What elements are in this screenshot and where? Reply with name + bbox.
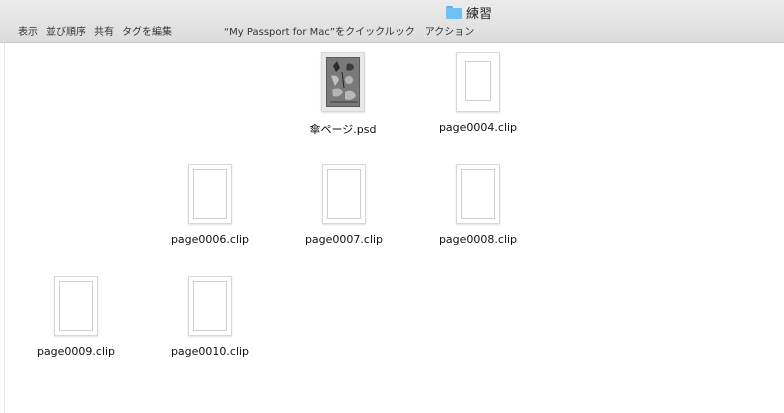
file-name: page0010.clip <box>170 345 250 358</box>
action-button[interactable]: アクション <box>425 23 475 38</box>
toolbar: 表示 並び順序 共有 タグを編集 “My Passport for Mac”をク… <box>18 22 474 38</box>
file-name: 傘ページ.psd <box>309 123 377 136</box>
share-button[interactable]: 共有 <box>94 23 114 38</box>
file-name: page0008.clip <box>438 233 518 246</box>
clip-document-icon <box>54 276 98 336</box>
file-item[interactable]: page0004.clip <box>423 52 533 148</box>
clip-document-icon <box>456 164 500 224</box>
file-name: page0006.clip <box>170 233 250 246</box>
file-item[interactable]: page0006.clip <box>155 164 265 260</box>
file-item[interactable]: page0008.clip <box>423 164 533 260</box>
quick-look-button[interactable]: “My Passport for Mac”をクイックルック <box>224 23 415 38</box>
edit-tags-button[interactable]: タグを編集 <box>122 23 172 38</box>
clip-document-icon <box>188 164 232 224</box>
psd-thumbnail-icon <box>321 52 365 112</box>
file-item[interactable]: page0007.clip <box>289 164 399 260</box>
file-name: page0007.clip <box>304 233 384 246</box>
file-name: page0004.clip <box>438 121 518 134</box>
view-button[interactable]: 表示 <box>18 23 38 38</box>
file-icon-view[interactable]: 傘ページ.psd page0004.clip page0006.clip pag… <box>0 43 784 413</box>
folder-icon <box>446 5 462 19</box>
window-title: 練習 <box>446 3 493 22</box>
title-bar[interactable]: 練習 表示 並び順序 共有 タグを編集 “My Passport for Mac… <box>0 0 784 43</box>
clip-document-icon <box>322 164 366 224</box>
file-item[interactable]: page0010.clip <box>155 276 265 372</box>
file-name: page0009.clip <box>36 345 116 358</box>
file-item[interactable]: page0009.clip <box>21 276 131 372</box>
sort-button[interactable]: 並び順序 <box>46 23 86 38</box>
clip-document-icon <box>456 52 500 112</box>
finder-window: 練習 表示 並び順序 共有 タグを編集 “My Passport for Mac… <box>0 0 784 413</box>
window-title-text: 練習 <box>466 6 493 22</box>
clip-document-icon <box>188 276 232 336</box>
file-item[interactable]: 傘ページ.psd <box>288 52 398 148</box>
